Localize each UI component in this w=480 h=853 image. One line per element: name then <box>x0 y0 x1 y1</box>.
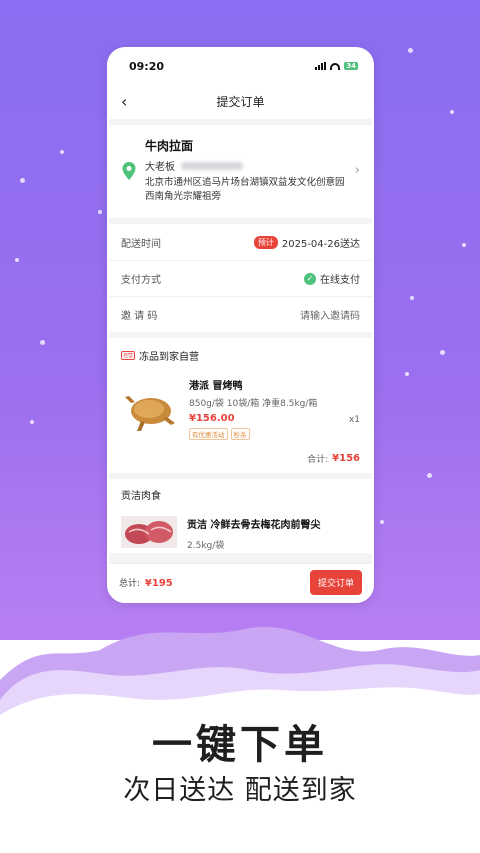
flash-sale-tag: 秒杀 <box>230 428 250 440</box>
submit-order-button[interactable]: 提交订单 <box>309 570 362 595</box>
product-spec: 850g/袋 10袋/箱 净重8.5kg/箱 <box>189 399 318 409</box>
invite-label: 邀 请 码 <box>121 311 158 322</box>
wifi-icon <box>330 62 341 70</box>
order-options: 配送时间 预计 2025-04-26送达 支付方式 ✓ 在线支付 邀 请 码 请… <box>109 224 372 332</box>
delivery-time-row[interactable]: 配送时间 预计 2025-04-26送达 <box>109 224 372 260</box>
chevron-right-icon: › <box>354 163 360 178</box>
checkout-bar: 总计: ¥195 提交订单 <box>109 563 372 601</box>
status-time: 09:20 <box>129 59 165 73</box>
subtotal-value: ¥156 <box>332 453 360 464</box>
estimate-badge: 预计 <box>253 235 278 249</box>
promo-subline: 次日送达 配送到家 <box>123 775 357 806</box>
contact-name: 大老板 <box>145 162 175 173</box>
page-title: 提交订单 <box>216 94 265 109</box>
invite-code-input[interactable]: 请输入邀请码 <box>300 307 360 322</box>
order-total: 总计: ¥195 <box>119 578 173 589</box>
invite-code-row[interactable]: 邀 请 码 请输入邀请码 <box>109 296 372 332</box>
location-pin-icon <box>122 162 136 180</box>
self-operated-tag: 自营 <box>121 351 136 360</box>
product-spec-2: 2.5kg/袋 <box>187 541 225 551</box>
store-subtotal: 合计: ¥156 <box>307 453 360 465</box>
delivery-label: 配送时间 <box>121 238 161 250</box>
pork-meat-image <box>121 516 177 548</box>
product-quantity: x1 <box>348 415 360 425</box>
roast-duck-image <box>125 396 175 431</box>
recipient-name: 牛肉拉面 <box>145 139 194 153</box>
nav-bar: ‹ 提交订单 <box>109 83 372 119</box>
delivery-date: 2025-04-26送达 <box>281 238 360 250</box>
chevron-left-icon[interactable]: ‹ <box>121 92 127 111</box>
store-section-1: 自营 冻品到家自营 港派 冒烤鸭 850g/袋 10袋/箱 净重8.5kg/箱 … <box>109 338 372 473</box>
check-circle-icon: ✓ <box>304 272 316 285</box>
promo-headline: 一键下单 <box>152 722 328 768</box>
product-item-2[interactable]: 贡洁 冷鲜去骨去梅花肉前臀尖 2.5kg/袋 <box>109 508 372 553</box>
store-name: 冻品到家自营 <box>139 352 200 363</box>
phone-number-blurred <box>181 161 243 170</box>
battery-icon: 34 <box>344 62 358 70</box>
store-name-2: 贡洁肉食 <box>121 491 161 502</box>
store-section-2: 贡洁肉食 贡洁 冷鲜去骨去梅花肉前臀尖 2.5kg/袋 <box>109 479 372 553</box>
phone-mockup: 09:20 34 ‹ 提交订单 牛肉拉面 大老板 北京市通州区追马片场台湖镇双益… <box>107 47 374 603</box>
payment-method-row[interactable]: 支付方式 ✓ 在线支付 <box>109 260 372 296</box>
total-value: ¥195 <box>144 578 173 589</box>
payment-label: 支付方式 <box>121 275 161 286</box>
signal-icon <box>315 62 327 70</box>
address-card[interactable]: 牛肉拉面 大老板 北京市通州区追马片场台湖镇双益发文化创意园西南角光宗耀祖旁 › <box>109 125 372 218</box>
payment-value: 在线支付 <box>320 275 360 286</box>
status-bar: 09:20 34 <box>109 49 372 83</box>
product-name: 港派 冒烤鸭 <box>189 381 243 392</box>
product-item[interactable]: 港派 冒烤鸭 850g/袋 10袋/箱 净重8.5kg/箱 ¥156.00 有优… <box>109 371 372 450</box>
promo-tag: 有优惠活动 <box>189 428 228 440</box>
product-price: ¥156.00 <box>189 413 235 424</box>
product-name-2: 贡洁 冷鲜去骨去梅花肉前臀尖 <box>187 520 321 531</box>
address-detail: 北京市通州区追马片场台湖镇双益发文化创意园西南角光宗耀祖旁 <box>145 177 345 202</box>
